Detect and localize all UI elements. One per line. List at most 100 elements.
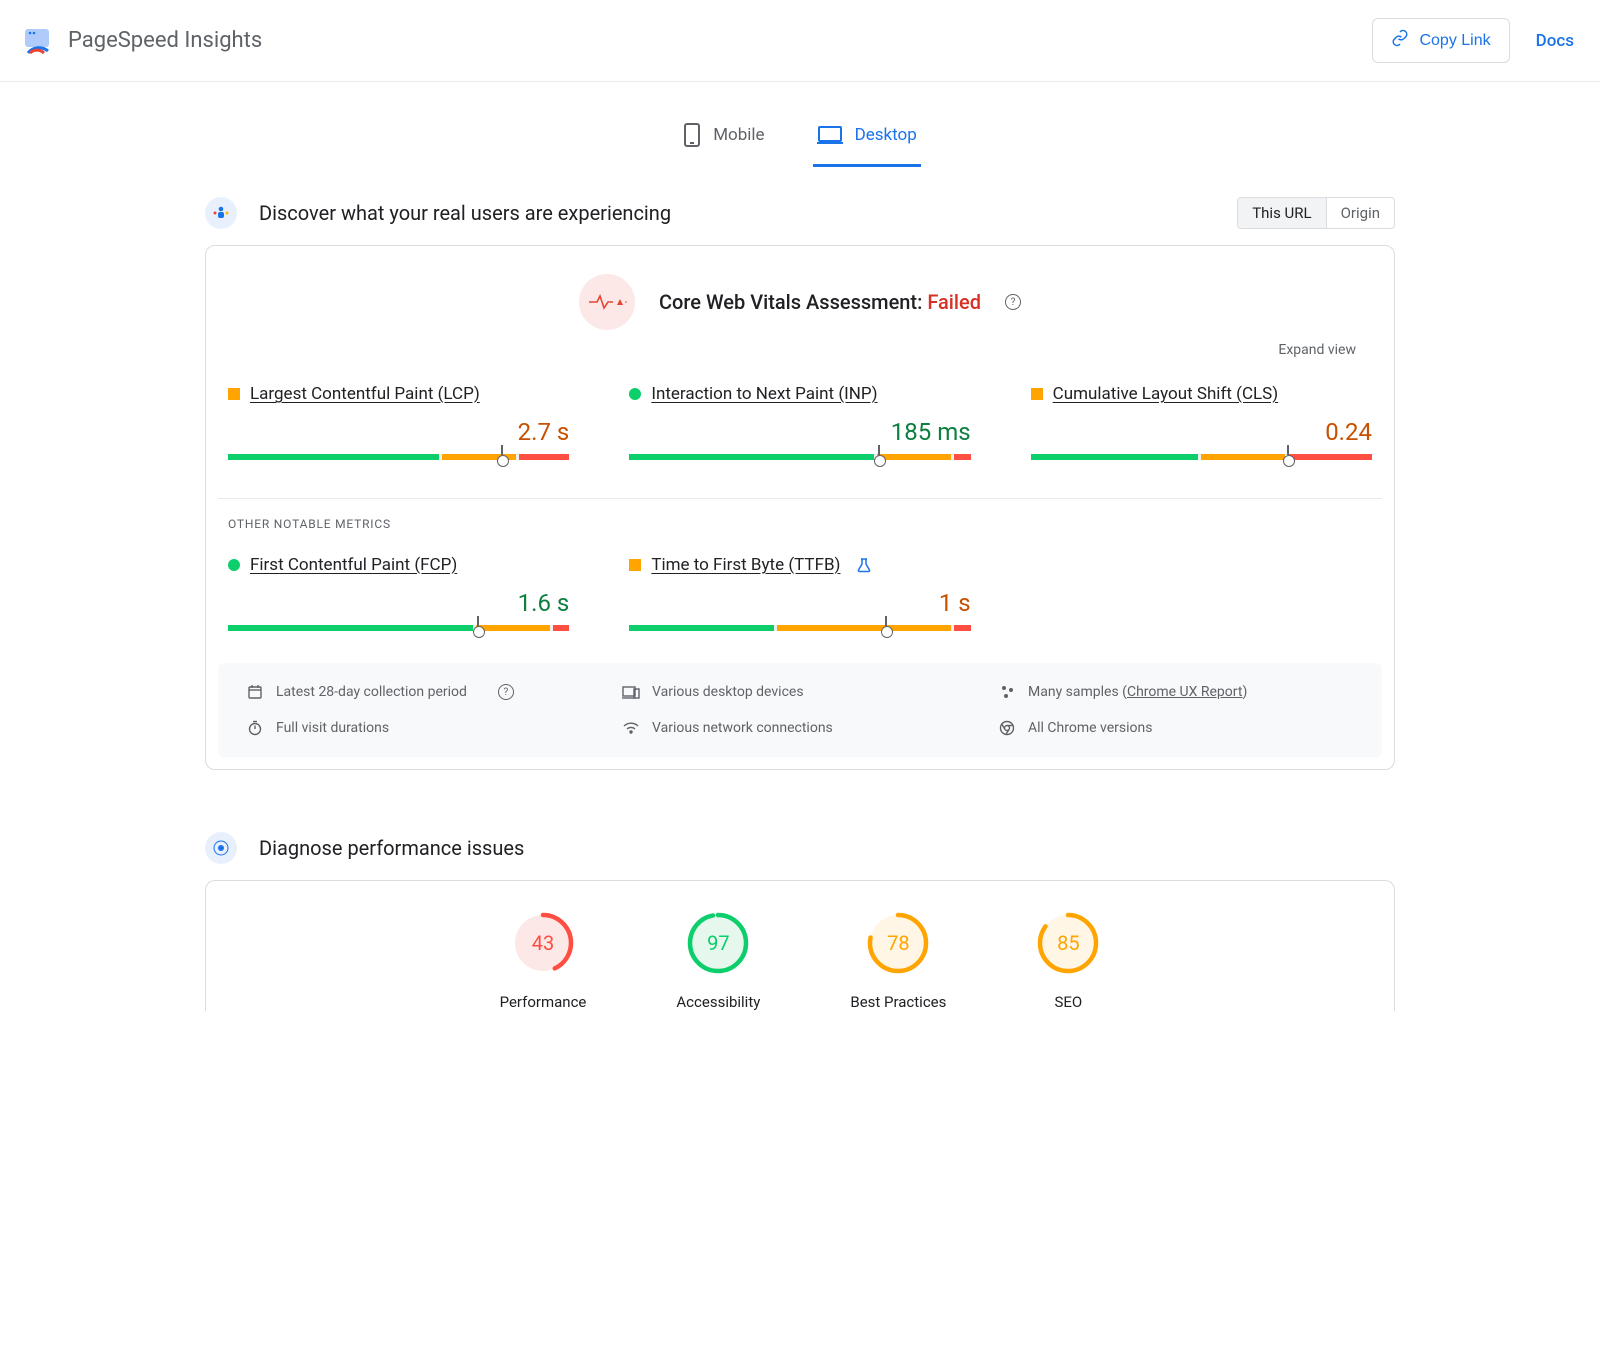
- tab-desktop-label: Desktop: [855, 125, 917, 145]
- toggle-origin[interactable]: Origin: [1326, 198, 1394, 228]
- collection-period: Latest 28-day collection period: [276, 684, 467, 700]
- tab-mobile-label: Mobile: [713, 125, 764, 145]
- status-indicator-icon: [228, 388, 240, 400]
- calendar-icon: [246, 683, 264, 701]
- topbar: PageSpeed Insights Copy Link Docs: [0, 0, 1600, 82]
- toggle-this-url[interactable]: This URL: [1238, 198, 1325, 228]
- gauge-ring: 97: [686, 911, 750, 975]
- section-diagnose-title: Diagnose performance issues: [259, 836, 524, 860]
- metric-name[interactable]: Time to First Byte (TTFB): [651, 555, 840, 575]
- gauges-row: 43 Performance 97 Accessibility 78 Best …: [218, 911, 1382, 1011]
- flask-icon: [856, 557, 872, 573]
- chrome-icon: [998, 719, 1016, 737]
- link-icon: [1391, 29, 1409, 52]
- network: Various network connections: [652, 720, 833, 736]
- expand-view-link[interactable]: Expand view: [218, 338, 1382, 364]
- metric-name[interactable]: Interaction to Next Paint (INP): [651, 384, 877, 404]
- samples-icon: [998, 683, 1016, 701]
- metric-value: 1 s: [629, 575, 970, 625]
- help-icon[interactable]: ?: [498, 684, 514, 700]
- diagnose-card: 43 Performance 97 Accessibility 78 Best …: [205, 880, 1395, 1011]
- section-discover-title: Discover what your real users are experi…: [259, 201, 671, 225]
- device-tabs: Mobile Desktop: [205, 82, 1395, 167]
- gauge-score: 43: [511, 911, 575, 975]
- gauge-label: Performance: [500, 993, 587, 1011]
- samples-prefix: Many samples (: [1028, 684, 1127, 700]
- metric-value: 1.6 s: [228, 575, 569, 625]
- scope-toggle: This URL Origin: [1237, 197, 1395, 229]
- gauge-ring: 78: [866, 911, 930, 975]
- docs-link[interactable]: Docs: [1536, 31, 1574, 51]
- gauge-score: 85: [1036, 911, 1100, 975]
- gauge-accessibility[interactable]: 97 Accessibility: [676, 911, 760, 1011]
- primary-metrics: Largest Contentful Paint (LCP) 2.7 s Int…: [218, 364, 1382, 480]
- metric-marker-icon: [501, 445, 503, 455]
- metric-fcp: First Contentful Paint (FCP) 1.6 s: [228, 555, 569, 631]
- cwv-card: Core Web Vitals Assessment: Failed ? Exp…: [205, 245, 1395, 770]
- tab-desktop[interactable]: Desktop: [813, 110, 921, 167]
- gauge-seo[interactable]: 85 SEO: [1036, 911, 1100, 1011]
- gauge-label: SEO: [1055, 993, 1083, 1011]
- metric-marker-icon: [477, 616, 479, 626]
- copy-link-label: Copy Link: [1419, 32, 1490, 50]
- section-diagnose-head: Diagnose performance issues: [205, 802, 1395, 880]
- metric-distribution-bar: [228, 625, 569, 631]
- timer-icon: [246, 719, 264, 737]
- status-indicator-icon: [1031, 388, 1043, 400]
- metric-marker-icon: [885, 616, 887, 626]
- brand: PageSpeed Insights: [22, 25, 262, 57]
- gauge-best-practices[interactable]: 78 Best Practices: [850, 911, 946, 1011]
- wifi-icon: [622, 719, 640, 737]
- gauge-score: 78: [866, 911, 930, 975]
- diagnose-icon: [205, 832, 237, 864]
- cwv-header: Core Web Vitals Assessment: Failed ?: [218, 274, 1382, 330]
- metric-name[interactable]: Cumulative Layout Shift (CLS): [1053, 384, 1279, 404]
- metric-cls: Cumulative Layout Shift (CLS) 0.24: [1031, 384, 1372, 460]
- gauge-ring: 85: [1036, 911, 1100, 975]
- metric-distribution-bar: [629, 625, 970, 631]
- device-icon: [622, 683, 640, 701]
- metric-ttfb: Time to First Byte (TTFB) 1 s: [629, 555, 970, 631]
- help-icon[interactable]: ?: [1005, 294, 1021, 310]
- status-indicator-icon: [629, 388, 641, 400]
- duration: Full visit durations: [276, 720, 389, 736]
- cwv-label: Core Web Vitals Assessment:: [659, 290, 927, 314]
- status-indicator-icon: [629, 559, 641, 571]
- gauge-ring: 43: [511, 911, 575, 975]
- gauge-label: Accessibility: [676, 993, 760, 1011]
- vitals-fail-icon: [579, 274, 635, 330]
- metric-distribution-bar: [1031, 454, 1372, 460]
- gauge-performance[interactable]: 43 Performance: [500, 911, 587, 1011]
- metric-name[interactable]: Largest Contentful Paint (LCP): [250, 384, 480, 404]
- other-metrics: First Contentful Paint (FCP) 1.6 s Time …: [218, 535, 1382, 651]
- metric-marker-icon: [1287, 445, 1289, 455]
- metric-name[interactable]: First Contentful Paint (FCP): [250, 555, 457, 575]
- status-indicator-icon: [228, 559, 240, 571]
- metric-marker-icon: [878, 445, 880, 455]
- metric-distribution-bar: [228, 454, 569, 460]
- tab-mobile[interactable]: Mobile: [679, 110, 768, 167]
- cwv-assessment: Core Web Vitals Assessment: Failed: [659, 290, 981, 314]
- devices: Various desktop devices: [652, 684, 804, 700]
- users-icon: [205, 197, 237, 229]
- other-metrics-label: OTHER NOTABLE METRICS: [218, 507, 1382, 535]
- samples-suffix: ): [1242, 684, 1247, 700]
- section-discover-head: Discover what your real users are experi…: [205, 167, 1395, 245]
- copy-link-button[interactable]: Copy Link: [1372, 18, 1509, 63]
- divider: [218, 498, 1382, 499]
- metric-value: 185 ms: [629, 404, 970, 454]
- data-source-footer: Latest 28-day collection period ? Variou…: [218, 663, 1382, 757]
- metric-value: 2.7 s: [228, 404, 569, 454]
- metric-inp: Interaction to Next Paint (INP) 185 ms: [629, 384, 970, 460]
- metric-spacer: [1031, 555, 1372, 631]
- cwv-status: Failed: [927, 290, 981, 314]
- pagespeed-logo-icon: [22, 25, 54, 57]
- desktop-icon: [817, 125, 843, 145]
- top-actions: Copy Link Docs: [1372, 18, 1574, 63]
- mobile-icon: [683, 122, 701, 148]
- gauge-label: Best Practices: [850, 993, 946, 1011]
- metric-value: 0.24: [1031, 404, 1372, 454]
- gauge-score: 97: [686, 911, 750, 975]
- brand-title: PageSpeed Insights: [68, 28, 262, 53]
- crux-link[interactable]: Chrome UX Report: [1127, 684, 1242, 700]
